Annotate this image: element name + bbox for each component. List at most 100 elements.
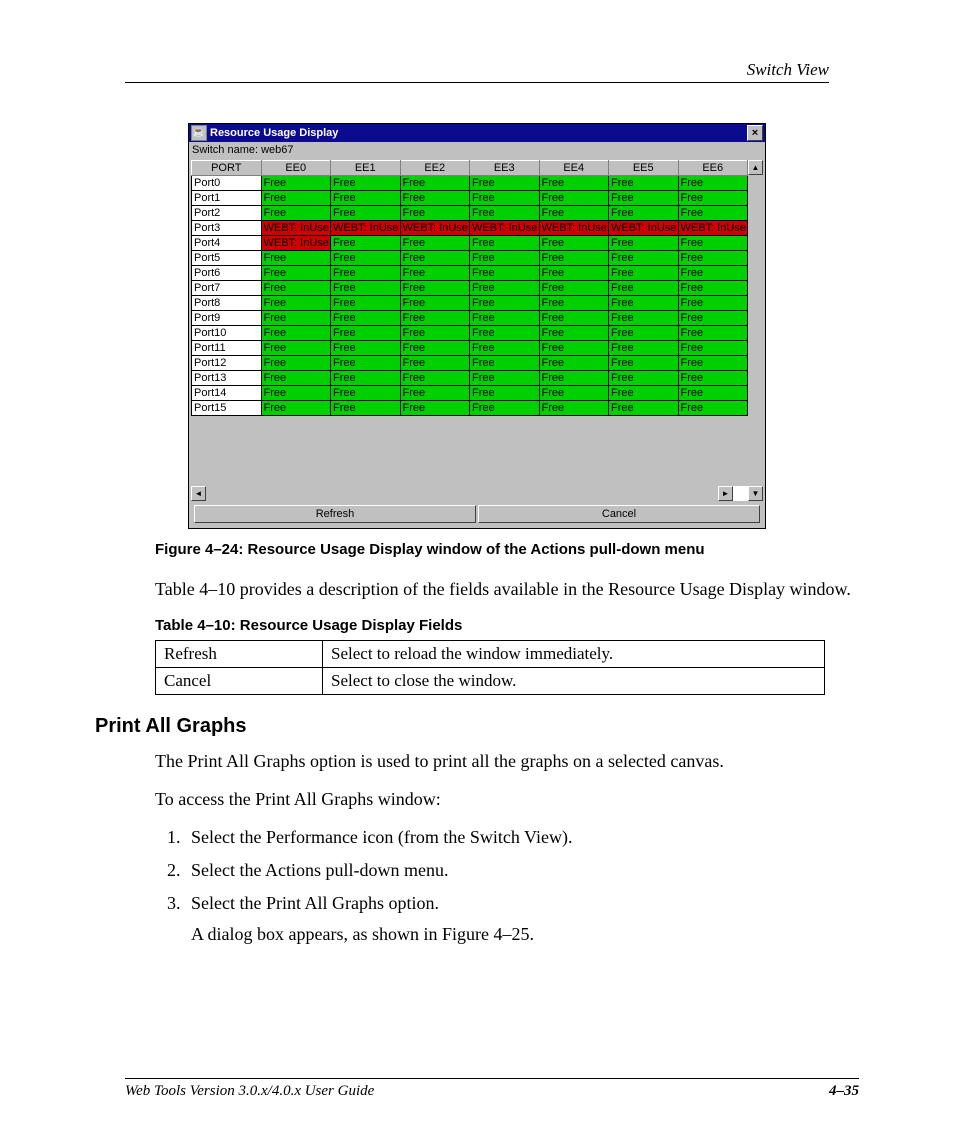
free-cell: Free <box>331 191 401 206</box>
free-cell: Free <box>539 236 609 251</box>
free-cell: Free <box>470 386 540 401</box>
scroll-left-icon[interactable]: ◄ <box>191 486 206 501</box>
scroll-down-icon[interactable]: ▼ <box>748 486 763 501</box>
hscroll-track[interactable] <box>206 486 718 501</box>
field-name: Refresh <box>156 640 323 667</box>
free-cell: Free <box>678 281 748 296</box>
scroll-right-icon[interactable]: ► <box>718 486 733 501</box>
free-cell: Free <box>470 206 540 221</box>
port-cell: Port2 <box>192 206 262 221</box>
vertical-scrollbar[interactable]: ▲ ▼ <box>748 160 763 501</box>
free-cell: Free <box>609 401 679 416</box>
table-row: Port2FreeFreeFreeFreeFreeFreeFree <box>192 206 748 221</box>
free-cell: Free <box>470 176 540 191</box>
free-cell: Free <box>609 356 679 371</box>
free-cell: Free <box>678 296 748 311</box>
free-cell: Free <box>331 266 401 281</box>
free-cell: Free <box>261 206 331 221</box>
free-cell: Free <box>609 311 679 326</box>
free-cell: Free <box>261 266 331 281</box>
free-cell: Free <box>609 191 679 206</box>
free-cell: Free <box>678 341 748 356</box>
free-cell: Free <box>539 326 609 341</box>
free-cell: Free <box>609 341 679 356</box>
free-cell: Free <box>678 191 748 206</box>
free-cell: Free <box>539 206 609 221</box>
port-cell: Port13 <box>192 371 262 386</box>
switch-name-label: Switch name: web67 <box>189 142 765 158</box>
free-cell: Free <box>470 266 540 281</box>
table-row: Port5FreeFreeFreeFreeFreeFreeFree <box>192 251 748 266</box>
free-cell: Free <box>539 311 609 326</box>
free-cell: Free <box>400 311 470 326</box>
free-cell: Free <box>400 296 470 311</box>
inuse-cell: WEBT: InUse <box>539 221 609 236</box>
close-icon[interactable]: × <box>747 125 763 141</box>
free-cell: Free <box>400 326 470 341</box>
free-cell: Free <box>261 371 331 386</box>
port-cell: Port3 <box>192 221 262 236</box>
free-cell: Free <box>261 191 331 206</box>
inuse-cell: WEBT: InUse <box>331 221 401 236</box>
free-cell: Free <box>470 371 540 386</box>
free-cell: Free <box>400 356 470 371</box>
free-cell: Free <box>678 206 748 221</box>
table-caption: Table 4–10: Resource Usage Display Field… <box>155 617 859 634</box>
table-row: Port15FreeFreeFreeFreeFreeFreeFree <box>192 401 748 416</box>
port-cell: Port5 <box>192 251 262 266</box>
resource-table: PORTEE0EE1EE2EE3EE4EE5EE6 Port0FreeFreeF… <box>191 160 748 416</box>
list-item: Select the Actions pull-down menu. <box>185 860 859 881</box>
column-header: EE0 <box>261 161 331 176</box>
free-cell: Free <box>470 236 540 251</box>
cancel-button[interactable]: Cancel <box>478 505 760 523</box>
free-cell: Free <box>331 236 401 251</box>
free-cell: Free <box>470 341 540 356</box>
free-cell: Free <box>678 371 748 386</box>
section-heading: Print All Graphs <box>95 715 859 738</box>
free-cell: Free <box>400 281 470 296</box>
port-cell: Port6 <box>192 266 262 281</box>
free-cell: Free <box>470 281 540 296</box>
free-cell: Free <box>539 191 609 206</box>
footer-left: Web Tools Version 3.0.x/4.0.x User Guide <box>125 1083 374 1100</box>
free-cell: Free <box>400 371 470 386</box>
port-cell: Port8 <box>192 296 262 311</box>
inuse-cell: WEBT: InUse <box>261 236 331 251</box>
free-cell: Free <box>539 176 609 191</box>
column-header: PORT <box>192 161 262 176</box>
free-cell: Free <box>400 176 470 191</box>
horizontal-scrollbar[interactable]: ◄ ► <box>191 486 733 501</box>
port-cell: Port14 <box>192 386 262 401</box>
free-cell: Free <box>400 341 470 356</box>
table-row: Port0FreeFreeFreeFreeFreeFreeFree <box>192 176 748 191</box>
free-cell: Free <box>678 401 748 416</box>
free-cell: Free <box>678 176 748 191</box>
free-cell: Free <box>400 386 470 401</box>
paragraph-3: To access the Print All Graphs window: <box>155 788 859 811</box>
free-cell: Free <box>400 251 470 266</box>
free-cell: Free <box>400 266 470 281</box>
port-cell: Port0 <box>192 176 262 191</box>
free-cell: Free <box>539 371 609 386</box>
free-cell: Free <box>470 356 540 371</box>
free-cell: Free <box>609 371 679 386</box>
free-cell: Free <box>539 386 609 401</box>
scroll-up-icon[interactable]: ▲ <box>748 160 763 175</box>
inuse-cell: WEBT: InUse <box>678 221 748 236</box>
refresh-button[interactable]: Refresh <box>194 505 476 523</box>
table-row: RefreshSelect to reload the window immed… <box>156 640 825 667</box>
column-header: EE1 <box>331 161 401 176</box>
free-cell: Free <box>331 341 401 356</box>
table-row: Port14FreeFreeFreeFreeFreeFreeFree <box>192 386 748 401</box>
free-cell: Free <box>539 266 609 281</box>
column-header: EE4 <box>539 161 609 176</box>
field-desc: Select to reload the window immediately. <box>323 640 825 667</box>
table-row: Port3WEBT: InUseWEBT: InUseWEBT: InUseWE… <box>192 221 748 236</box>
table-empty-area <box>191 416 748 486</box>
column-header: EE6 <box>678 161 748 176</box>
table-row: Port12FreeFreeFreeFreeFreeFreeFree <box>192 356 748 371</box>
free-cell: Free <box>261 326 331 341</box>
table-row: Port1FreeFreeFreeFreeFreeFreeFree <box>192 191 748 206</box>
vscroll-track[interactable] <box>748 175 763 486</box>
free-cell: Free <box>261 311 331 326</box>
